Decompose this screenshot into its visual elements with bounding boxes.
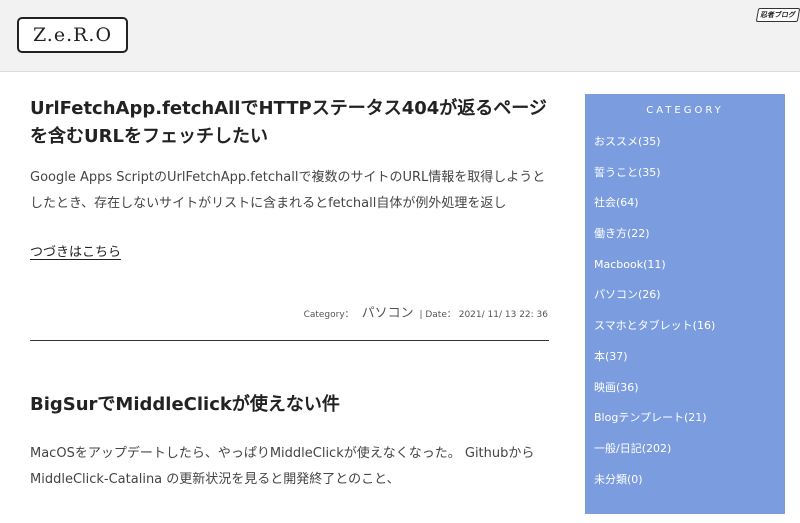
category-item[interactable]: Blogテンプレート(21) bbox=[594, 408, 785, 439]
post-title[interactable]: BigSurでMiddleClickが使えない件 bbox=[30, 391, 550, 419]
site-header: Z.e.R.O 忍者ブログ bbox=[0, 0, 800, 72]
category-item[interactable]: 働き方(22) bbox=[594, 224, 785, 255]
sidebar-title: CATEGORY bbox=[646, 105, 724, 116]
category-label: Category： bbox=[303, 310, 354, 320]
post-excerpt: Google Apps ScriptのUrlFetchApp.fetchallで… bbox=[30, 170, 546, 211]
main-content: UrlFetchApp.fetchAllでHTTPステータス404が返るページを… bbox=[30, 95, 550, 493]
post-meta: Category： パソコン | Date： 2021/ 11/ 13 22: … bbox=[30, 302, 550, 321]
ninja-blog-badge[interactable]: 忍者ブログ bbox=[755, 8, 800, 22]
category-list: おススメ(35) 誓うこと(35) 社会(64) 働き方(22) Macbook… bbox=[585, 132, 785, 500]
category-item[interactable]: おススメ(35) bbox=[594, 132, 785, 163]
category-item[interactable]: 誓うこと(35) bbox=[594, 163, 785, 194]
post-item: UrlFetchApp.fetchAllでHTTPステータス404が返るページを… bbox=[30, 95, 550, 341]
category-item[interactable]: 映画(36) bbox=[594, 378, 785, 409]
post-divider bbox=[30, 340, 549, 341]
category-sidebar: CATEGORY おススメ(35) 誓うこと(35) 社会(64) 働き方(22… bbox=[585, 94, 785, 514]
read-more-link[interactable]: つづきはこちら bbox=[30, 241, 121, 260]
post-category-link[interactable]: パソコン bbox=[362, 306, 414, 321]
post-date: 2021/ 11/ 13 22: 36 bbox=[458, 310, 548, 320]
post-excerpt: MacOSをアップデートしたら、やっぱりMiddleClickが使えなくなった。… bbox=[30, 446, 535, 487]
post-title[interactable]: UrlFetchApp.fetchAllでHTTPステータス404が返るページを… bbox=[30, 95, 550, 151]
date-label: | Date： bbox=[419, 310, 456, 320]
category-item[interactable]: 社会(64) bbox=[594, 193, 785, 224]
category-item[interactable]: 一般/日記(202) bbox=[594, 439, 785, 470]
category-item[interactable]: 本(37) bbox=[594, 347, 785, 378]
category-item[interactable]: 未分類(0) bbox=[594, 470, 785, 501]
category-item[interactable]: パソコン(26) bbox=[594, 285, 785, 316]
site-logo[interactable]: Z.e.R.O bbox=[17, 17, 128, 53]
category-item[interactable]: Macbook(11) bbox=[594, 255, 785, 286]
category-item[interactable]: スマホとタブレット(16) bbox=[594, 316, 785, 347]
post-item: BigSurでMiddleClickが使えない件 MacOSをアップデートしたら… bbox=[30, 391, 550, 493]
